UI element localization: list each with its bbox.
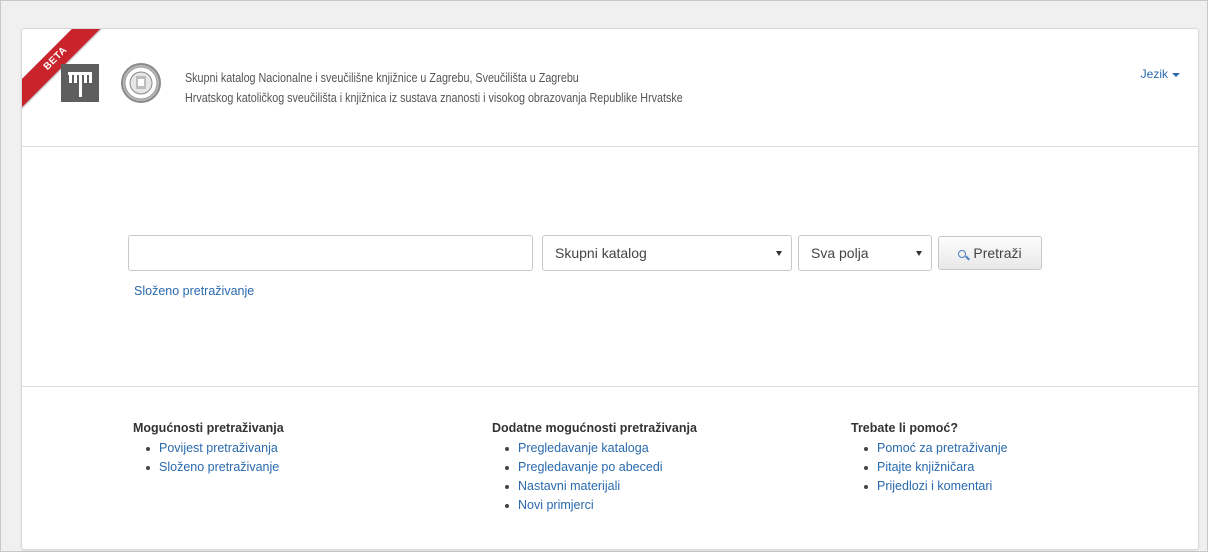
catalog-select-value: Skupni katalog: [555, 245, 647, 261]
browser-frame: BETA Skupni katalog Nacionalne i sveučil…: [0, 0, 1208, 552]
institution-title-line1: Skupni katalog Nacionalne i sveučilišne …: [185, 71, 579, 85]
fields-select-value: Sva polja: [811, 245, 869, 261]
search-history-link[interactable]: Povijest pretraživanja: [146, 439, 284, 458]
catalog-select[interactable]: Skupni katalog: [542, 235, 792, 271]
search-button[interactable]: Pretraži: [938, 236, 1042, 270]
feedback-link[interactable]: Prijedlozi i komentari: [864, 477, 1008, 496]
page-header: Skupni katalog Nacionalne i sveučilišne …: [22, 29, 1198, 147]
fields-select[interactable]: Sva polja: [798, 235, 932, 271]
footer-column-title: Dodatne mogućnosti pretraživanja: [492, 421, 697, 435]
chevron-down-icon: [776, 251, 782, 256]
footer-column-help: Trebate li pomoć? Pomoć za pretraživanje…: [851, 421, 1008, 496]
footer-link-list: Pomoć za pretraživanje Pitajte knjižniča…: [851, 439, 1008, 496]
course-materials-link[interactable]: Nastavni materijali: [505, 477, 697, 496]
advanced-search-footer-link[interactable]: Složeno pretraživanje: [146, 458, 284, 477]
footer-column-additional-options: Dodatne mogućnosti pretraživanja Pregled…: [492, 421, 697, 515]
browse-catalog-link[interactable]: Pregledavanje kataloga: [505, 439, 697, 458]
library-logo-icon: [61, 64, 99, 102]
ask-librarian-link[interactable]: Pitajte knjižničara: [864, 458, 1008, 477]
footer-link-list: Povijest pretraživanja Složeno pretraživ…: [133, 439, 284, 477]
seal-icon: [124, 66, 158, 100]
footer-column-title: Trebate li pomoć?: [851, 421, 958, 435]
footer-column-title: Mogućnosti pretraživanja: [133, 421, 284, 435]
search-input[interactable]: [128, 235, 533, 271]
caret-down-icon: [1172, 72, 1180, 77]
search-button-label: Pretraži: [973, 245, 1022, 261]
chevron-down-icon: [916, 251, 922, 256]
search-icon: [958, 250, 967, 259]
search-help-link[interactable]: Pomoć za pretraživanje: [864, 439, 1008, 458]
library-logo[interactable]: [61, 64, 99, 102]
footer-link-list: Pregledavanje kataloga Pregledavanje po …: [492, 439, 697, 515]
institution-title: Skupni katalog Nacionalne i sveučilišne …: [185, 68, 683, 108]
section-divider: [22, 386, 1198, 387]
language-menu[interactable]: Jezik: [1141, 67, 1180, 81]
new-items-link[interactable]: Novi primjerci: [505, 496, 697, 515]
university-seal-icon[interactable]: [121, 63, 161, 103]
institution-title-line2: Hrvatskog katoličkog sveučilišta i knjiž…: [185, 91, 683, 105]
catalog-page: BETA Skupni katalog Nacionalne i sveučil…: [21, 28, 1199, 550]
browse-alphabetical-link[interactable]: Pregledavanje po abecedi: [505, 458, 697, 477]
language-menu-label: Jezik: [1140, 67, 1168, 81]
advanced-search-link[interactable]: Složeno pretraživanje: [134, 284, 254, 298]
footer-column-search-options: Mogućnosti pretraživanja Povijest pretra…: [133, 421, 284, 477]
